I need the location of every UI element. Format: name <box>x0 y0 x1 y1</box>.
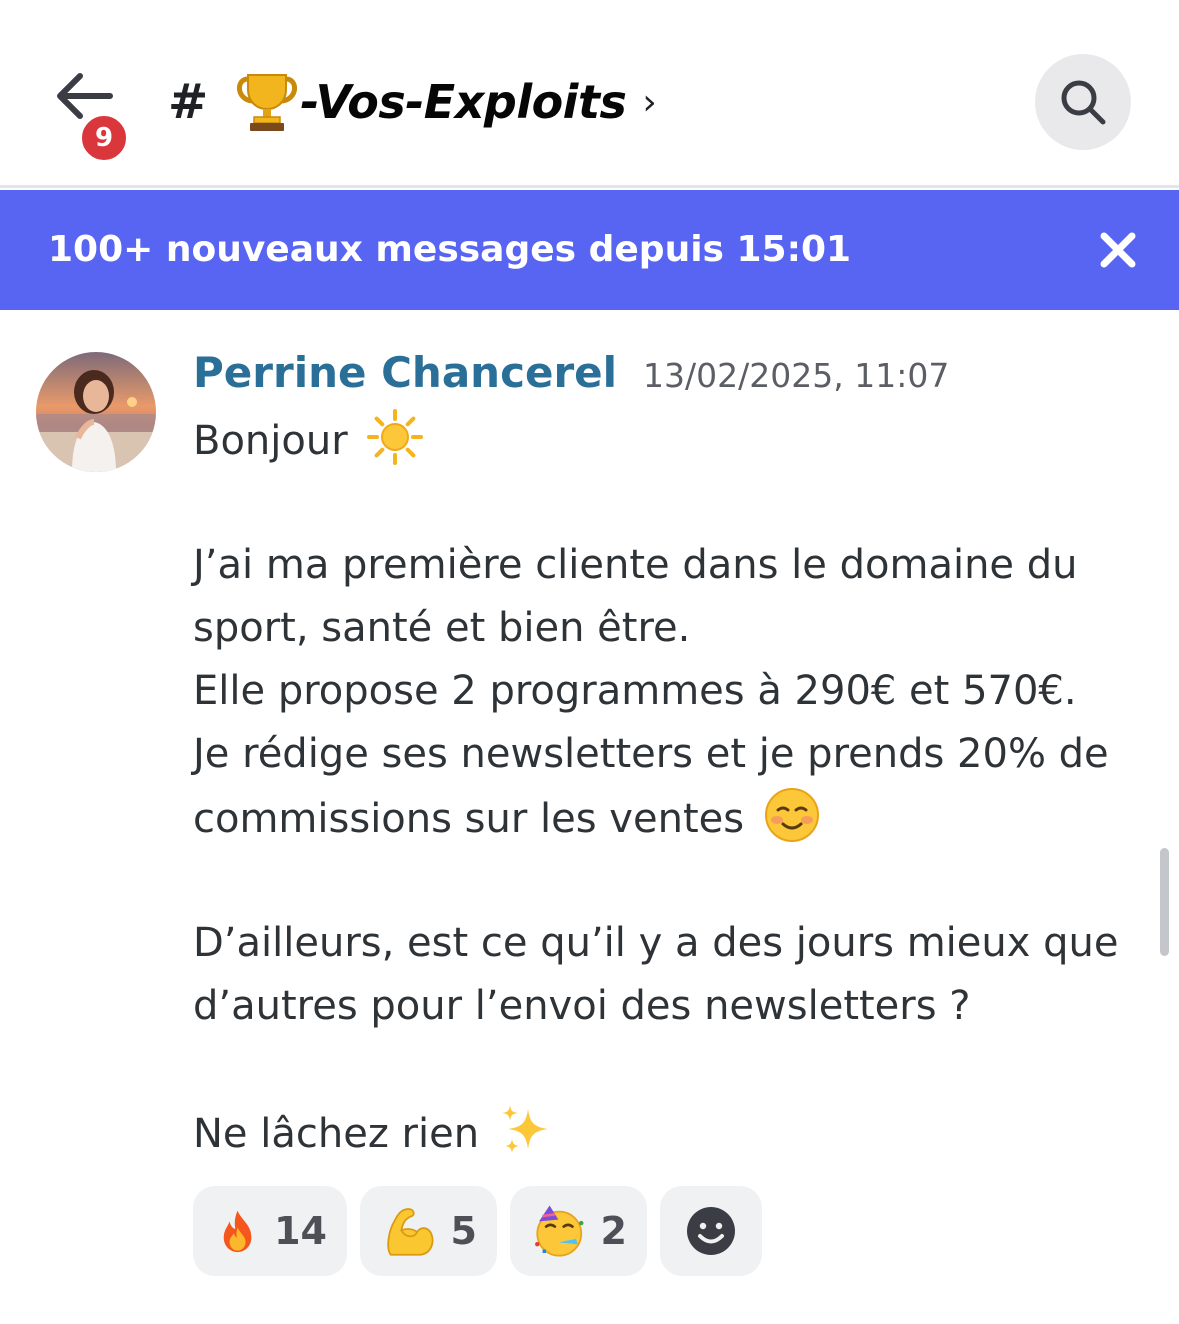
message-timestamp: 13/02/2025, 11:07 <box>643 356 950 395</box>
channel-hash-icon: # <box>168 74 209 130</box>
message-line: J’ai ma première cliente dans le domaine… <box>193 542 1078 588</box>
message-line: commissions sur les ventes <box>193 786 1143 849</box>
message-text: commissions sur les ventes <box>193 796 745 842</box>
author-name[interactable]: Perrine Chancerel <box>193 348 617 397</box>
message-line: d’autres pour l’envoi des newsletters ? <box>193 983 971 1029</box>
chevron-right-icon: › <box>642 81 657 123</box>
message-line: D’ailleurs, est ce qu’il y a des jours m… <box>193 920 1119 966</box>
flexed-biceps-icon <box>387 1208 434 1256</box>
add-reaction-button[interactable] <box>660 1186 762 1276</box>
message-line: sport, santé et bien être. <box>193 605 691 651</box>
smiling-face-icon <box>764 788 819 842</box>
search-icon <box>1061 80 1106 125</box>
new-messages-text: 100+ nouveaux messages depuis 15:01 <box>48 229 852 270</box>
message-text: Ne lâchez rien <box>193 1111 480 1157</box>
search-button[interactable] <box>1035 54 1131 150</box>
message-line: Elle propose 2 programmes à 290€ et 570€… <box>193 668 1077 714</box>
close-icon <box>1100 232 1136 268</box>
message-content: Bonjour J’ai ma première cliente dans le… <box>193 408 1143 1164</box>
sparkles-icon <box>501 1105 548 1153</box>
reactions-row: 14 5 2 <box>193 1186 762 1276</box>
reaction-count: 14 <box>274 1209 327 1253</box>
fire-icon <box>223 1210 252 1253</box>
trophy-icon <box>237 74 298 131</box>
partying-face-icon <box>535 1205 584 1257</box>
message-line: Bonjour <box>193 408 1143 471</box>
message-line: Je rédige ses newsletters et je prends 2… <box>193 731 1109 777</box>
message-text: Bonjour <box>193 418 348 464</box>
reaction-count: 2 <box>600 1209 627 1253</box>
message-line: Ne lâchez rien <box>193 1101 1143 1164</box>
unread-badge: 9 <box>78 112 130 164</box>
new-messages-bar[interactable]: 100+ nouveaux messages depuis 15:01 <box>0 190 1179 310</box>
scrollbar-thumb[interactable] <box>1160 848 1169 956</box>
header-divider <box>0 185 1179 188</box>
add-reaction-icon <box>687 1207 735 1255</box>
avatar[interactable] <box>36 352 156 472</box>
channel-name: -Vos-Exploits <box>300 75 627 129</box>
avatar-photo <box>36 352 156 472</box>
sun-icon <box>367 409 424 465</box>
reaction-partying-face[interactable]: 2 <box>510 1186 647 1276</box>
reaction-flexed-biceps[interactable]: 5 <box>360 1186 497 1276</box>
channel-title[interactable]: # -Vos-Exploits › <box>168 66 657 138</box>
reaction-count: 5 <box>450 1209 477 1253</box>
dismiss-new-messages-button[interactable] <box>1094 226 1142 274</box>
channel-header: 9 # -Vos-Exploits › <box>0 0 1179 186</box>
reaction-fire[interactable]: 14 <box>193 1186 347 1276</box>
message-header: Perrine Chancerel 13/02/2025, 11:07 <box>193 348 949 408</box>
